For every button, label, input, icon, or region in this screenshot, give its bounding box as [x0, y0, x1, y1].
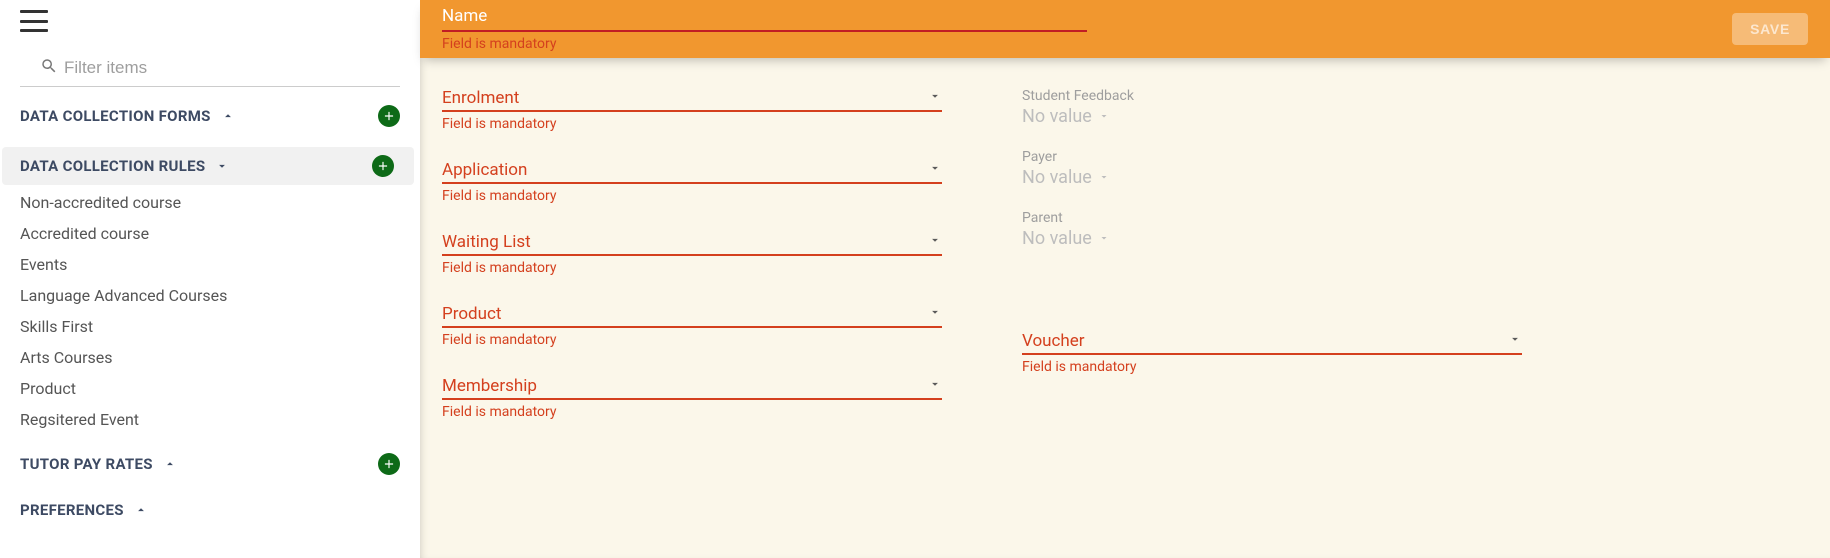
enrolment-field[interactable]: Enrolment Field is mandatory [442, 88, 942, 132]
add-button[interactable] [372, 155, 394, 177]
search-field[interactable] [20, 44, 400, 87]
chevron-down-icon [928, 304, 942, 324]
section-title: DATA COLLECTION RULES [20, 157, 205, 175]
add-button[interactable] [378, 453, 400, 475]
section-header-data-collection-forms[interactable]: DATA COLLECTION FORMS [0, 97, 420, 135]
waiting-list-field[interactable]: Waiting List Field is mandatory [442, 232, 942, 276]
chevron-down-icon [928, 160, 942, 180]
list-item[interactable]: Accredited course [0, 218, 420, 249]
list-item[interactable]: Product [0, 373, 420, 404]
field-label: Voucher [1022, 331, 1508, 351]
form-column-2: Student Feedback No value Payer No value… [1022, 88, 1522, 420]
field-label: Enrolment [442, 88, 928, 108]
chevron-down-icon [1098, 107, 1110, 127]
sidebar: DATA COLLECTION FORMS DATA COLLECTION RU… [0, 0, 420, 558]
field-error: Field is mandatory [442, 188, 942, 204]
student-feedback-field[interactable]: Student Feedback No value [1022, 88, 1522, 127]
header-bar: Name Field is mandatory SAVE [420, 0, 1830, 58]
list-item[interactable]: Regsitered Event [0, 404, 420, 435]
field-error: Field is mandatory [442, 404, 942, 420]
form-column-1: Enrolment Field is mandatory Application… [442, 88, 942, 420]
section-title: TUTOR PAY RATES [20, 455, 153, 473]
add-button[interactable] [378, 105, 400, 127]
menu-icon[interactable] [20, 10, 48, 32]
list-item[interactable]: Arts Courses [0, 342, 420, 373]
section-header-data-collection-rules[interactable]: DATA COLLECTION RULES [2, 147, 414, 185]
chevron-down-icon [928, 376, 942, 396]
parent-field[interactable]: Parent No value [1022, 210, 1522, 249]
chevron-down-icon [1508, 331, 1522, 351]
field-label: Waiting List [442, 232, 928, 252]
list-item[interactable]: Non-accredited course [0, 187, 420, 218]
chevron-down-icon [1098, 168, 1110, 188]
name-field[interactable]: Name [442, 6, 1087, 32]
section-title: PREFERENCES [20, 501, 124, 519]
field-label: Application [442, 160, 928, 180]
section-header-tutor-pay-rates[interactable]: TUTOR PAY RATES [0, 445, 420, 483]
list-item[interactable]: Skills First [0, 311, 420, 342]
list-item[interactable]: Events [0, 249, 420, 280]
search-input[interactable] [58, 54, 380, 82]
field-value: No value [1022, 106, 1092, 127]
field-error: Field is mandatory [442, 332, 942, 348]
chevron-up-icon [221, 109, 235, 123]
field-error: Field is mandatory [442, 260, 942, 276]
field-value: No value [1022, 167, 1092, 188]
chevron-up-icon [163, 457, 177, 471]
main-content: Name Field is mandatory SAVE Enrolment F… [420, 0, 1830, 558]
application-field[interactable]: Application Field is mandatory [442, 160, 942, 204]
membership-field[interactable]: Membership Field is mandatory [442, 376, 942, 420]
field-label: Student Feedback [1022, 88, 1522, 104]
payer-field[interactable]: Payer No value [1022, 149, 1522, 188]
section-header-preferences[interactable]: PREFERENCES [0, 493, 420, 527]
chevron-down-icon [1098, 229, 1110, 249]
field-label: Membership [442, 376, 928, 396]
field-label: Payer [1022, 149, 1522, 165]
chevron-down-icon [215, 159, 229, 173]
field-label: Product [442, 304, 928, 324]
voucher-field[interactable]: Voucher Field is mandatory [1022, 331, 1522, 375]
product-field[interactable]: Product Field is mandatory [442, 304, 942, 348]
chevron-down-icon [928, 88, 942, 108]
section-title: DATA COLLECTION FORMS [20, 107, 211, 125]
list-item[interactable]: Language Advanced Courses [0, 280, 420, 311]
field-label: Parent [1022, 210, 1522, 226]
field-value: No value [1022, 228, 1092, 249]
chevron-down-icon [928, 232, 942, 252]
field-error: Field is mandatory [442, 116, 942, 132]
save-button[interactable]: SAVE [1732, 13, 1808, 45]
name-error: Field is mandatory [442, 36, 1087, 52]
field-error: Field is mandatory [1022, 359, 1522, 375]
chevron-up-icon [134, 503, 148, 517]
search-icon [40, 57, 58, 80]
